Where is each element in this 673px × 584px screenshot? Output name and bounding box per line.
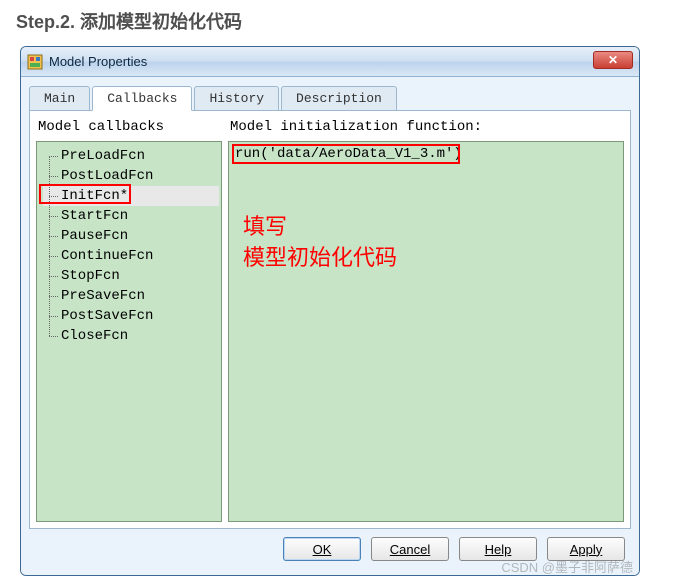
help-button[interactable]: Help	[459, 537, 537, 561]
tab-callbacks[interactable]: Callbacks	[92, 86, 192, 111]
tree-header: Model callbacks	[36, 117, 222, 141]
tree-item-preloadfcn[interactable]: PreLoadFcn	[43, 146, 219, 166]
annotation-text: 填写 模型初始化代码	[243, 212, 397, 274]
app-icon	[27, 54, 43, 70]
tab-panel: Model callbacks PreLoadFcn PostLoadFcn I…	[29, 111, 631, 529]
tab-main[interactable]: Main	[29, 86, 90, 110]
ok-button[interactable]: OK	[283, 537, 361, 561]
code-header: Model initialization function:	[228, 117, 624, 141]
button-row: OK Cancel Help Apply	[29, 529, 631, 569]
code-column: Model initialization function: run('data…	[228, 117, 624, 522]
code-content: run('data/AeroData_V1_3.m')	[229, 142, 623, 166]
tree-column: Model callbacks PreLoadFcn PostLoadFcn I…	[36, 117, 222, 522]
tab-description[interactable]: Description	[281, 86, 397, 110]
tree-item-continuefcn[interactable]: ContinueFcn	[43, 246, 219, 266]
tree-item-initfcn[interactable]: InitFcn*	[43, 186, 219, 206]
tree-item-closefcn[interactable]: CloseFcn	[43, 326, 219, 346]
apply-button[interactable]: Apply	[547, 537, 625, 561]
tab-history[interactable]: History	[194, 86, 279, 110]
window-body: Main Callbacks History Description Model…	[21, 77, 639, 575]
callback-tree[interactable]: PreLoadFcn PostLoadFcn InitFcn* StartFcn…	[36, 141, 222, 522]
tree-item-startfcn[interactable]: StartFcn	[43, 206, 219, 226]
cancel-button[interactable]: Cancel	[371, 537, 449, 561]
tree-item-stopfcn[interactable]: StopFcn	[43, 266, 219, 286]
code-editor[interactable]: run('data/AeroData_V1_3.m') 填写 模型初始化代码	[228, 141, 624, 522]
tabstrip: Main Callbacks History Description	[29, 85, 631, 111]
tree-item-postloadfcn[interactable]: PostLoadFcn	[43, 166, 219, 186]
step-heading: Step.2. 添加模型初始化代码	[0, 0, 673, 48]
close-button[interactable]: ✕	[593, 51, 633, 69]
tree-item-presavefcn[interactable]: PreSaveFcn	[43, 286, 219, 306]
close-icon: ✕	[608, 53, 618, 67]
titlebar: Model Properties ✕	[21, 47, 639, 77]
window-title: Model Properties	[49, 54, 147, 69]
dialog-window: Model Properties ✕ Main Callbacks Histor…	[20, 46, 640, 576]
tree-item-postsavefcn[interactable]: PostSaveFcn	[43, 306, 219, 326]
tree-item-pausefcn[interactable]: PauseFcn	[43, 226, 219, 246]
